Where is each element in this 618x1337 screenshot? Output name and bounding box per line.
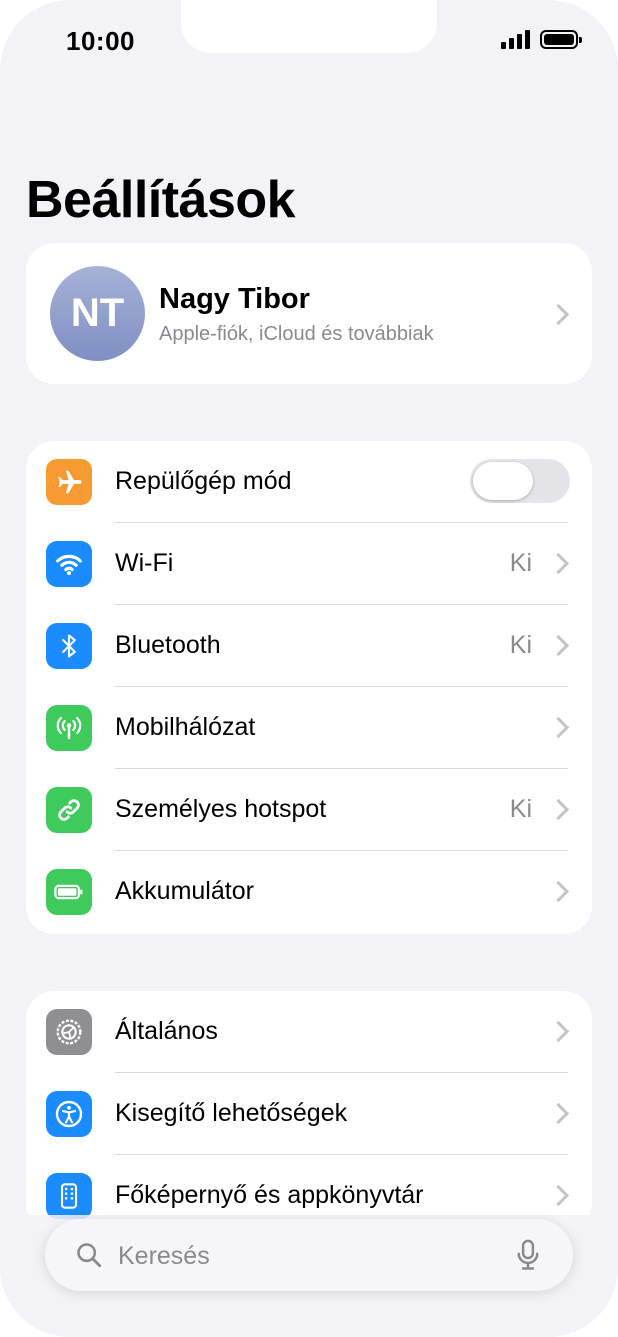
row-general[interactable]: Általános bbox=[26, 991, 592, 1073]
battery-status-icon bbox=[540, 30, 582, 49]
hotspot-link-icon bbox=[46, 787, 92, 833]
row-label: Repülőgép mód bbox=[115, 467, 292, 495]
row-label: Személyes hotspot bbox=[115, 795, 327, 823]
chevron-right-icon bbox=[547, 634, 570, 657]
row-label: Főképernyő és appkönyvtár bbox=[115, 1181, 424, 1209]
search-placeholder: Keresés bbox=[118, 1242, 210, 1270]
chevron-right-icon bbox=[547, 1020, 570, 1043]
account-subtitle: Apple-fiók, iCloud és továbbiak bbox=[159, 323, 434, 345]
row-bluetooth[interactable]: Bluetooth Ki bbox=[26, 605, 592, 687]
row-value: Ki bbox=[509, 549, 532, 577]
airplane-icon bbox=[46, 459, 92, 505]
airplane-mode-toggle[interactable] bbox=[470, 459, 570, 503]
row-value: Ki bbox=[509, 795, 532, 823]
antenna-icon bbox=[46, 705, 92, 751]
row-label: Wi-Fi bbox=[115, 549, 174, 577]
status-time: 10:00 bbox=[66, 26, 135, 56]
account-name: Nagy Tibor bbox=[159, 283, 310, 315]
chevron-right-icon bbox=[547, 1184, 570, 1207]
microphone-icon[interactable] bbox=[515, 1239, 541, 1271]
search-icon bbox=[77, 1243, 102, 1268]
row-accessibility[interactable]: Kisegítő lehetőségek bbox=[26, 1073, 592, 1155]
gear-icon bbox=[46, 1009, 92, 1055]
row-label: Bluetooth bbox=[115, 631, 221, 659]
battery-icon bbox=[46, 869, 92, 915]
row-personal-hotspot[interactable]: Személyes hotspot Ki bbox=[26, 769, 592, 851]
row-label: Kisegítő lehetőségek bbox=[115, 1099, 348, 1127]
chevron-right-icon bbox=[547, 552, 570, 575]
chevron-right-icon bbox=[547, 798, 570, 821]
home-screen-icon bbox=[46, 1173, 92, 1219]
page-title: Beállítások bbox=[26, 171, 296, 229]
general-group: Általános Kisegítő lehetőségek Főképerny… bbox=[26, 991, 592, 1231]
dynamic-island bbox=[181, 0, 437, 53]
account-card[interactable]: NT Nagy Tibor Apple-fiók, iCloud és tová… bbox=[26, 243, 592, 384]
row-airplane-mode[interactable]: Repülőgép mód bbox=[26, 441, 592, 523]
search-input[interactable]: Keresés bbox=[45, 1219, 573, 1291]
chevron-right-icon bbox=[547, 880, 570, 903]
row-mobile-network[interactable]: Mobilhálózat bbox=[26, 687, 592, 769]
row-label: Mobilhálózat bbox=[115, 713, 256, 741]
bluetooth-icon bbox=[46, 623, 92, 669]
row-wifi[interactable]: Wi-Fi Ki bbox=[26, 523, 592, 605]
accessibility-icon bbox=[46, 1091, 92, 1137]
settings-screen: 10:00 Beállítások NT Nagy Tibor Apple-fi… bbox=[0, 0, 618, 1337]
wifi-icon bbox=[46, 541, 92, 587]
row-label: Általános bbox=[115, 1017, 218, 1045]
row-battery[interactable]: Akkumulátor bbox=[26, 851, 592, 933]
row-label: Akkumulátor bbox=[115, 877, 254, 905]
row-value: Ki bbox=[509, 631, 532, 659]
connectivity-group: Repülőgép mód Wi-Fi Ki Bluetooth Ki Mobi… bbox=[26, 441, 592, 934]
avatar: NT bbox=[50, 266, 145, 361]
search-area: Keresés bbox=[0, 1215, 618, 1337]
chevron-right-icon bbox=[547, 716, 570, 739]
chevron-right-icon bbox=[547, 303, 570, 326]
chevron-right-icon bbox=[547, 1102, 570, 1125]
cellular-signal-icon bbox=[501, 30, 530, 49]
status-icons bbox=[501, 30, 582, 49]
